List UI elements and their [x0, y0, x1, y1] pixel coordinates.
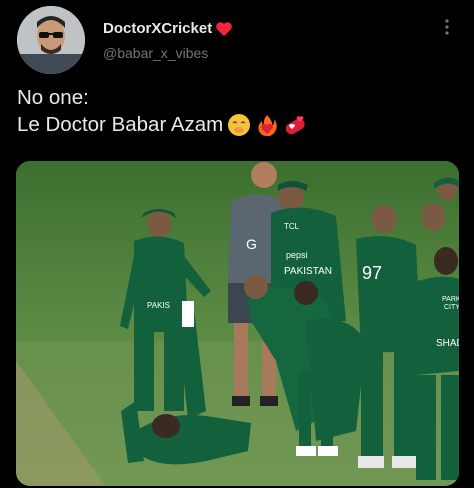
cricket-players-photo: PAKIS G TCL pepsi PAKISTAN 97 PARK CITY … [16, 161, 459, 486]
tweet-media-photo[interactable]: PAKIS G TCL pepsi PAKISTAN 97 PARK CITY … [16, 161, 459, 486]
tweet-line-2: Le Doctor Babar Azam [17, 111, 457, 138]
more-options-icon[interactable] [440, 18, 454, 36]
svg-text:CITY: CITY [444, 304, 459, 311]
author-handle[interactable]: @babar_x_vibes [103, 45, 208, 61]
jersey-number-97: 97 [362, 263, 382, 283]
jersey-text-pakistan-short: PAKIS [147, 301, 170, 310]
jersey-text-pepsi: pepsi [286, 250, 308, 260]
tweet-text: No one: Le Doctor Babar Azam [17, 84, 457, 138]
jersey-text-pakistan: PAKISTAN [284, 266, 332, 277]
heart-on-fire-icon [255, 113, 279, 137]
tweet-line-2-text: Le Doctor Babar Azam [17, 113, 224, 136]
shushing-face-icon [227, 113, 251, 137]
jersey-text-tcl: TCL [284, 222, 300, 231]
avatar[interactable] [17, 6, 85, 74]
svg-text:G: G [246, 236, 257, 252]
red-heart-icon [215, 21, 233, 37]
tweet-header: DoctorXCricket @babar_x_vibes [0, 0, 474, 80]
tweet-line-1: No one: [17, 86, 89, 109]
author-name-text[interactable]: DoctorXCricket [103, 20, 212, 37]
jersey-text-shad: SHAD [436, 338, 459, 349]
hearts-pill-icon [283, 113, 307, 137]
svg-text:PARKVI: PARKVI [442, 296, 459, 303]
author-display-name[interactable]: DoctorXCricket [103, 20, 233, 37]
